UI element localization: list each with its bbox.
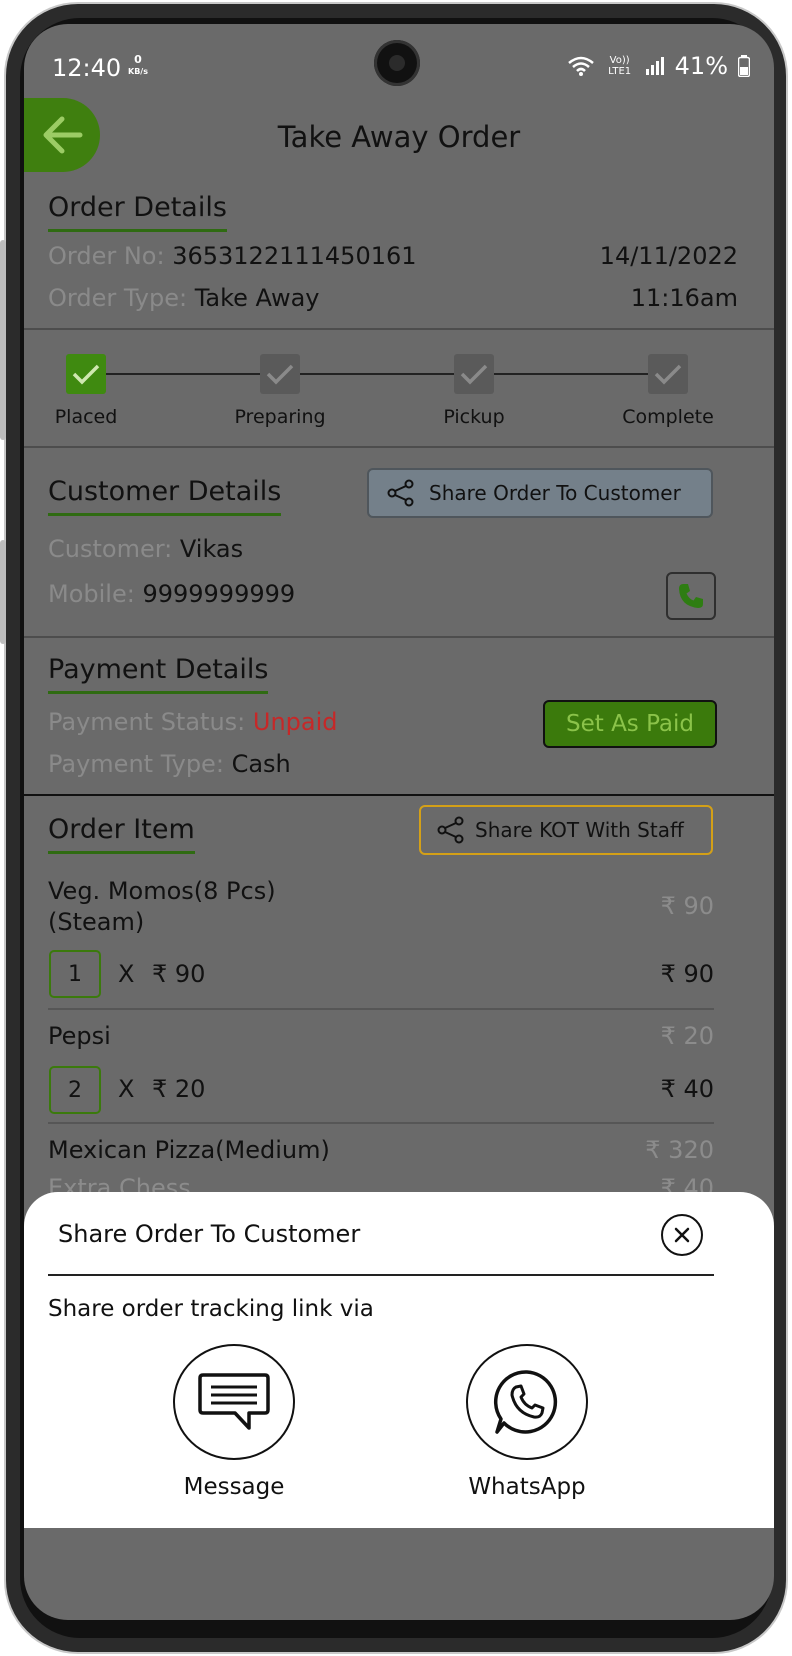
item-name: Mexican Pizza(Medium) [48, 1136, 330, 1164]
divider [24, 636, 774, 638]
sheet-subtitle: Share order tracking link via [48, 1296, 374, 1322]
step-label-preparing: Preparing [234, 406, 326, 428]
customer-label: Customer: [48, 535, 173, 563]
item-divider [48, 1122, 714, 1124]
sheet-title: Share Order To Customer [58, 1220, 361, 1248]
status-icons: Vo)) LTE1 41% [567, 52, 750, 80]
whatsapp-option-circle [466, 1344, 588, 1460]
order-item-title: Order Item [48, 814, 195, 854]
sheet-divider [48, 1274, 714, 1276]
item-unit-price: ₹ 320 [645, 1136, 714, 1164]
status-time: 12:40 [52, 54, 122, 82]
step-preparing-check [260, 354, 300, 394]
phone-icon [679, 584, 703, 608]
power-button [0, 540, 6, 644]
message-label: Message [183, 1474, 285, 1500]
payment-status-value: Unpaid [252, 708, 338, 736]
battery-icon [738, 55, 750, 77]
mobile-row: Mobile: 9999999999 [48, 580, 295, 608]
wifi-icon [567, 56, 594, 76]
mobile-number: 9999999999 [142, 580, 296, 608]
check-icon [72, 364, 100, 385]
item-times: X [118, 1075, 135, 1103]
order-no-value: 3653122111450161 [172, 242, 417, 270]
status-bar: 12:40 0 KB/s Vo)) LTE1 41% [24, 24, 774, 114]
payment-type-value: Cash [231, 750, 291, 778]
share-bottom-sheet: Share Order To Customer Share order trac… [24, 1192, 774, 1528]
volte-indicator: Vo)) LTE1 [608, 55, 632, 77]
payment-status-row: Payment Status: Unpaid [48, 708, 338, 736]
order-date: 14/11/2022 [599, 242, 738, 270]
step-complete-check [648, 354, 688, 394]
order-type-row: Order Type: Take Away [48, 284, 320, 312]
step-label-placed: Placed [54, 406, 118, 428]
customer-name: Vikas [179, 535, 244, 563]
order-details-title: Order Details [48, 192, 227, 232]
front-camera [374, 40, 420, 86]
share-order-to-customer-label: Share Order To Customer [429, 481, 681, 505]
check-icon [654, 364, 682, 385]
call-button[interactable] [666, 572, 716, 620]
whatsapp-label: WhatsApp [468, 1474, 586, 1500]
payment-details-title: Payment Details [48, 654, 269, 694]
item-rate: ₹ 20 [152, 1075, 206, 1103]
item-qty[interactable]: 1 [49, 950, 101, 998]
share-via-whatsapp-button[interactable]: WhatsApp [465, 1344, 589, 1500]
order-time: 11:16am [630, 284, 738, 312]
order-no-row: Order No: 3653122111450161 [48, 242, 417, 270]
step-label-pickup: Pickup [443, 406, 505, 428]
customer-details-title: Customer Details [48, 476, 282, 516]
payment-status-label: Payment Status: [48, 708, 246, 736]
order-type-value: Take Away [194, 284, 320, 312]
divider [24, 446, 774, 448]
close-icon [674, 1227, 690, 1243]
set-as-paid-button[interactable]: Set As Paid [543, 700, 717, 748]
mobile-label: Mobile: [48, 580, 135, 608]
item-total: ₹ 90 [660, 960, 714, 988]
item-qty[interactable]: 2 [49, 1066, 101, 1114]
item-total: ₹ 40 [660, 1075, 714, 1103]
item-name: Pepsi [48, 1022, 111, 1050]
share-order-to-customer-button[interactable]: Share Order To Customer [367, 468, 713, 518]
close-button[interactable] [661, 1214, 703, 1256]
share-kot-button[interactable]: Share KOT With Staff [419, 805, 713, 855]
screen: 12:40 0 KB/s Vo)) LTE1 41% Take Away Ord… [24, 24, 774, 1620]
share-via-message-button[interactable]: Message [172, 1344, 296, 1500]
customer-row: Customer: Vikas [48, 535, 243, 563]
network-speed-unit: KB/s [128, 67, 148, 76]
volume-button [0, 240, 6, 440]
whatsapp-icon [493, 1370, 558, 1434]
battery-percent: 41% [674, 52, 728, 80]
step-pickup-check [454, 354, 494, 394]
item-unit-price: ₹ 20 [660, 1022, 714, 1050]
item-name-line1: Veg. Momos(8 Pcs) [48, 877, 276, 905]
order-no-label: Order No: [48, 242, 165, 270]
item-name-line2: (Steam) [48, 908, 145, 936]
page-title: Take Away Order [277, 120, 521, 154]
item-name: Veg. Momos(8 Pcs) (Steam) [48, 876, 276, 938]
divider [24, 328, 774, 330]
check-icon [460, 364, 488, 385]
message-option-circle [173, 1344, 295, 1460]
order-type-label: Order Type: [48, 284, 188, 312]
step-placed-check [66, 354, 106, 394]
item-rate: ₹ 90 [152, 960, 206, 988]
payment-type-label: Payment Type: [48, 750, 224, 778]
share-kot-label: Share KOT With Staff [475, 818, 684, 842]
check-icon [266, 364, 294, 385]
payment-type-row: Payment Type: Cash [48, 750, 291, 778]
share-icon [387, 479, 414, 507]
network-speed: 0 KB/s [128, 54, 148, 77]
item-times: X [118, 960, 135, 988]
message-icon [198, 1373, 270, 1430]
network-speed-value: 0 [134, 53, 142, 66]
stepper-track [106, 373, 666, 375]
step-label-complete: Complete [622, 406, 714, 428]
divider [24, 794, 774, 796]
item-unit-price: ₹ 90 [660, 892, 714, 920]
signal-icon [645, 57, 664, 75]
share-icon [437, 816, 464, 844]
item-divider [48, 1008, 714, 1010]
